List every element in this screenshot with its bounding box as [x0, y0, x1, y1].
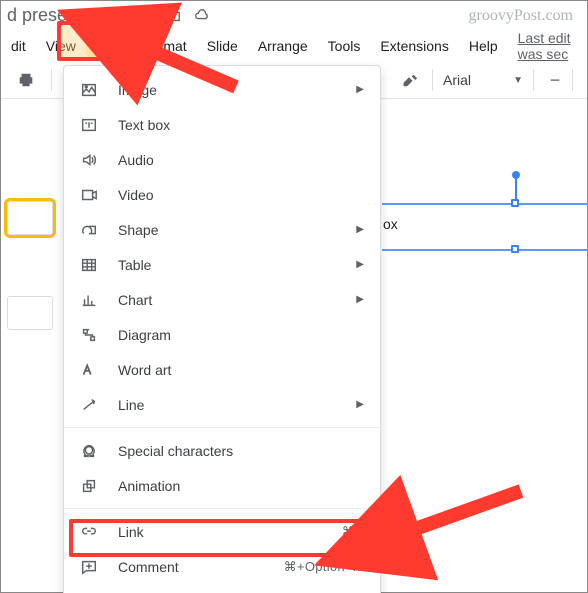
- separator: [51, 69, 52, 91]
- selection-edge: [382, 249, 588, 251]
- background-color-icon[interactable]: [396, 67, 422, 93]
- rotation-handle[interactable]: [512, 171, 520, 179]
- menu-item-label: Chart: [118, 292, 356, 308]
- audio-icon: [78, 149, 100, 171]
- rotation-stem: [515, 179, 517, 201]
- comment-icon: [78, 556, 100, 578]
- submenu-arrow-icon: ▶: [356, 294, 364, 305]
- menu-item-table[interactable]: Table▶: [64, 247, 380, 282]
- menu-item-animation[interactable]: Animation: [64, 468, 380, 503]
- menu-item-newslide[interactable]: New slideCtrl+M: [64, 584, 380, 593]
- menu-item-textbox[interactable]: Text box: [64, 107, 380, 142]
- menu-item-label: Comment: [118, 559, 284, 575]
- video-icon: [78, 184, 100, 206]
- menu-item-special[interactable]: Special characters: [64, 433, 380, 468]
- menu-item-label: Shape: [118, 222, 356, 238]
- menu-item-wordart[interactable]: Word art: [64, 352, 380, 387]
- move-folder-icon[interactable]: [163, 6, 181, 24]
- watermark: groovyPost.com: [469, 7, 573, 25]
- menubar-item-dit[interactable]: dit: [1, 33, 36, 59]
- slide-thumbnail[interactable]: [7, 201, 53, 235]
- annotation-highlight-comment: [69, 519, 374, 557]
- menu-item-audio[interactable]: Audio: [64, 142, 380, 177]
- menu-item-shortcut: ⌘+Option+M: [284, 559, 364, 575]
- canvas-textbox-text[interactable]: ox: [383, 216, 398, 232]
- line-icon: [78, 394, 100, 416]
- star-icon[interactable]: [133, 6, 151, 24]
- menu-item-video[interactable]: Video: [64, 177, 380, 212]
- menu-item-label: Line: [118, 397, 356, 413]
- shape-icon: [78, 219, 100, 241]
- print-icon[interactable]: [13, 67, 39, 93]
- menu-item-label: Audio: [118, 152, 364, 168]
- animation-icon: [78, 475, 100, 497]
- separator: [432, 69, 433, 91]
- font-size-increase[interactable]: [572, 69, 588, 91]
- menubar-item-help[interactable]: Help: [459, 33, 508, 59]
- font-name-value: Arial: [443, 72, 471, 88]
- font-name-select[interactable]: Arial ▼: [443, 72, 523, 88]
- wordart-icon: [78, 359, 100, 381]
- menubar-item-tools[interactable]: Tools: [318, 33, 371, 59]
- table-icon: [78, 254, 100, 276]
- menu-item-shape[interactable]: Shape▶: [64, 212, 380, 247]
- special-icon: [78, 440, 100, 462]
- last-edit-link[interactable]: Last edit was sec: [518, 30, 587, 62]
- textbox-icon: [78, 114, 100, 136]
- cloud-status-icon[interactable]: [193, 6, 211, 24]
- chevron-down-icon: ▼: [513, 75, 523, 86]
- menu-item-label: Animation: [118, 478, 364, 494]
- submenu-arrow-icon: ▶: [356, 399, 364, 410]
- chart-icon: [78, 289, 100, 311]
- menubar-item-arrange[interactable]: Arrange: [248, 33, 318, 59]
- menubar-item-extensions[interactable]: Extensions: [370, 33, 458, 59]
- submenu-arrow-icon: ▶: [356, 84, 364, 95]
- menu-item-label: Table: [118, 257, 356, 273]
- image-icon: [78, 79, 100, 101]
- selection-edge: [382, 203, 588, 205]
- separator: [533, 69, 534, 91]
- menu-item-label: Special characters: [118, 443, 364, 459]
- selection-handle[interactable]: [511, 245, 519, 253]
- insert-menu-dropdown: Image▶Text boxAudioVideoShape▶Table▶Char…: [63, 65, 381, 593]
- submenu-arrow-icon: ▶: [356, 224, 364, 235]
- slide-thumbnails: [3, 101, 59, 586]
- slide-thumbnail[interactable]: [7, 296, 53, 330]
- menu-item-label: Word art: [118, 362, 364, 378]
- menu-item-label: Text box: [118, 117, 364, 133]
- diagram-icon: [78, 324, 100, 346]
- annotation-arrow: [371, 481, 531, 574]
- menu-item-chart[interactable]: Chart▶: [64, 282, 380, 317]
- menu-item-label: Diagram: [118, 327, 364, 343]
- menu-item-label: Video: [118, 187, 364, 203]
- font-size-decrease[interactable]: −: [544, 69, 566, 91]
- annotation-arrow: [116, 29, 246, 102]
- menu-item-line[interactable]: Line▶: [64, 387, 380, 422]
- menu-item-diagram[interactable]: Diagram: [64, 317, 380, 352]
- submenu-arrow-icon: ▶: [356, 259, 364, 270]
